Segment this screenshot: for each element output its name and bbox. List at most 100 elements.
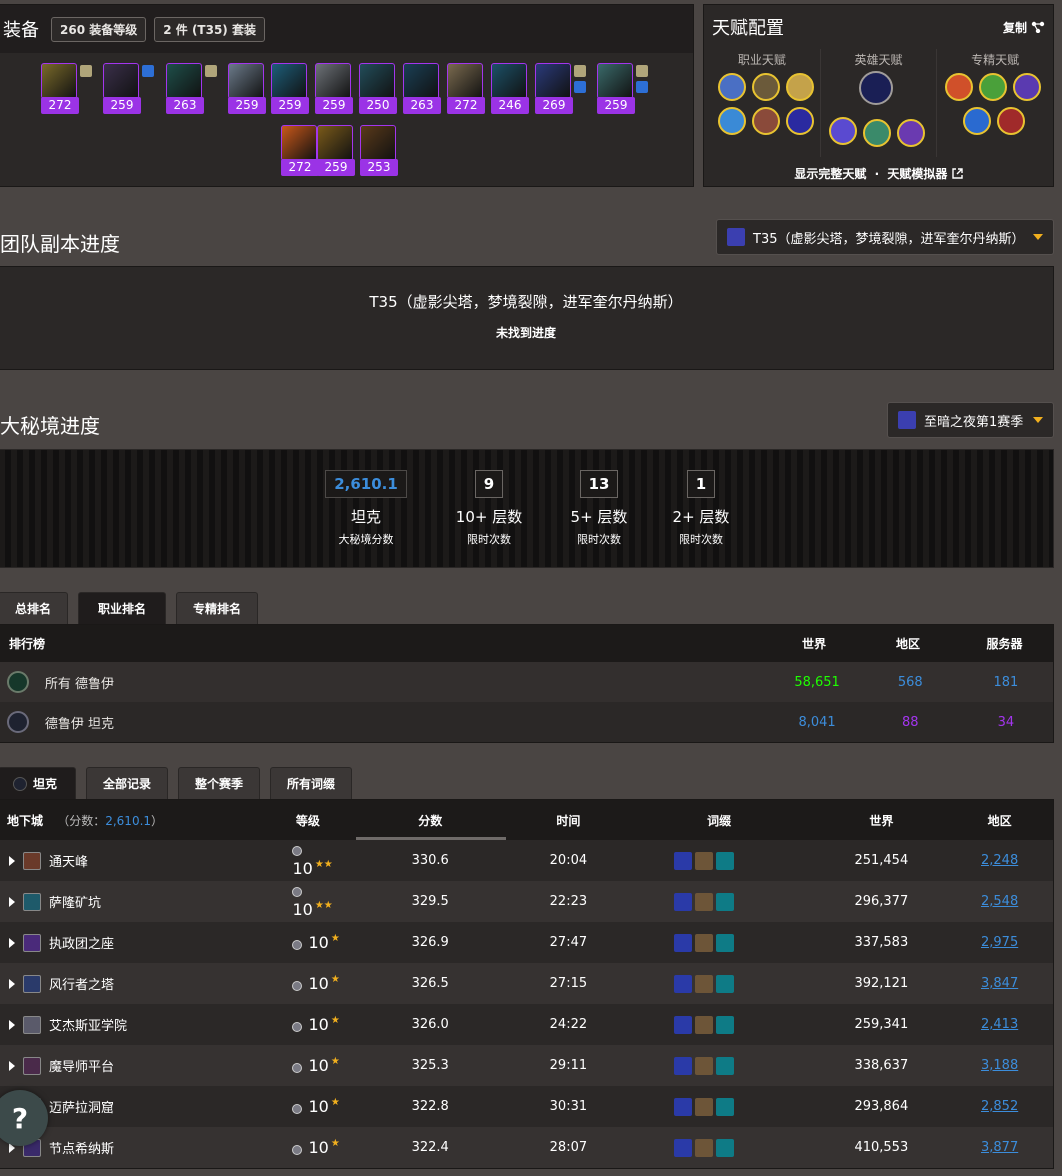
- gear-item[interactable]: 272: [41, 63, 92, 114]
- affix-icon[interactable]: [694, 892, 713, 911]
- dungeon-name[interactable]: 通天峰: [49, 851, 88, 870]
- class-talent-icon[interactable]: [786, 107, 814, 135]
- gear-item[interactable]: 259: [597, 63, 648, 114]
- expand-arrow-icon[interactable]: [9, 896, 15, 907]
- dungeon-name[interactable]: 节点希纳斯: [49, 1138, 114, 1157]
- class-talent-icon[interactable]: [752, 73, 780, 101]
- spec-talent-icon[interactable]: [963, 107, 992, 135]
- talent-simulator-link[interactable]: 天赋模拟器: [887, 167, 947, 181]
- region-rank[interactable]: 3,188: [946, 1058, 1053, 1073]
- region-rank[interactable]: 2,248: [946, 853, 1053, 868]
- spec-talent-icon[interactable]: [979, 73, 1008, 101]
- expand-arrow-icon[interactable]: [9, 978, 15, 989]
- set-bonus-pill[interactable]: 2 件 (T35) 套装: [154, 16, 265, 42]
- gear-item[interactable]: 272: [281, 125, 319, 176]
- affix-icon[interactable]: [673, 933, 692, 952]
- affix-icon[interactable]: [673, 974, 692, 993]
- dungeon-name[interactable]: 萨隆矿坑: [49, 892, 101, 911]
- affix-icon[interactable]: [715, 892, 734, 911]
- season-dropdown[interactable]: 至暗之夜第1赛季: [887, 402, 1054, 438]
- gear-item[interactable]: 272: [447, 63, 485, 114]
- affix-icon[interactable]: [715, 1097, 734, 1116]
- gear-item[interactable]: 259: [103, 63, 154, 114]
- spec-talent-icon[interactable]: [1013, 73, 1042, 101]
- affix-icon[interactable]: [694, 851, 713, 870]
- region-header[interactable]: 地区: [946, 812, 1053, 829]
- dungeon-row[interactable]: 节点希纳斯 10 ★ 322.4 28:07 410,553 3,877: [0, 1127, 1053, 1168]
- region-rank[interactable]: 3,877: [946, 1140, 1053, 1155]
- affix-icon[interactable]: [694, 974, 713, 993]
- tab-overall-ranking[interactable]: 总排名: [0, 592, 69, 624]
- affix-icon[interactable]: [715, 851, 734, 870]
- affix-icon[interactable]: [694, 1138, 713, 1157]
- hero-talent-icon[interactable]: [896, 119, 925, 147]
- dungeon-row[interactable]: 萨隆矿坑 10 ★★ 329.5 22:23 296,377 2,548: [0, 881, 1053, 922]
- tab-all-affixes[interactable]: 所有词缀: [270, 767, 353, 799]
- tab-class-ranking[interactable]: 职业排名: [78, 592, 167, 624]
- region-rank[interactable]: 2,548: [946, 894, 1053, 909]
- region-rank[interactable]: 2,852: [946, 1099, 1053, 1114]
- affix-icon[interactable]: [715, 933, 734, 952]
- affix-icon[interactable]: [715, 1056, 734, 1075]
- dungeon-name[interactable]: 迈萨拉洞窟: [49, 1097, 114, 1116]
- gear-item[interactable]: 269: [535, 63, 586, 114]
- affix-icon[interactable]: [694, 1015, 713, 1034]
- tab-whole-season[interactable]: 整个赛季: [178, 767, 261, 799]
- gear-item[interactable]: 259: [315, 63, 353, 114]
- affix-icon[interactable]: [673, 1015, 692, 1034]
- expand-arrow-icon[interactable]: [9, 1060, 15, 1071]
- copy-talent-button[interactable]: 复制: [1003, 19, 1045, 36]
- gear-item[interactable]: 263: [403, 63, 441, 114]
- gear-item[interactable]: 246: [491, 63, 529, 114]
- dungeon-row[interactable]: 通天峰 10 ★★ 330.6 20:04 251,454 2,248: [0, 840, 1053, 881]
- gear-item[interactable]: 253: [360, 125, 398, 176]
- tab-tank-runs[interactable]: 坦克: [0, 767, 77, 799]
- spec-talent-icon[interactable]: [997, 107, 1026, 135]
- dungeon-name[interactable]: 执政团之座: [49, 933, 114, 952]
- affix-icon[interactable]: [673, 1097, 692, 1116]
- dungeon-row[interactable]: 执政团之座 10 ★ 326.9 27:47 337,583 2,975: [0, 922, 1053, 963]
- hero-talent-icon[interactable]: [828, 117, 857, 145]
- affix-icon[interactable]: [715, 1015, 734, 1034]
- tab-all-records[interactable]: 全部记录: [86, 767, 169, 799]
- score-header[interactable]: 分数: [345, 812, 515, 829]
- dungeon-row[interactable]: 迈萨拉洞窟 10 ★ 322.8 30:31 293,864 2,852: [0, 1086, 1053, 1127]
- affix-icon[interactable]: [715, 974, 734, 993]
- class-talent-icon[interactable]: [786, 73, 814, 101]
- gear-item[interactable]: 259: [317, 125, 355, 176]
- expand-arrow-icon[interactable]: [9, 937, 15, 948]
- dungeon-name[interactable]: 风行者之塔: [49, 974, 114, 993]
- gear-item[interactable]: 263: [166, 63, 217, 114]
- region-rank[interactable]: 2,413: [946, 1017, 1053, 1032]
- affix-icon[interactable]: [715, 1138, 734, 1157]
- tab-spec-ranking[interactable]: 专精排名: [176, 592, 259, 624]
- affix-icon[interactable]: [694, 933, 713, 952]
- gear-item[interactable]: 259: [228, 63, 266, 114]
- hero-talent-icon[interactable]: [858, 71, 893, 105]
- dungeon-row[interactable]: 艾杰斯亚学院 10 ★ 326.0 24:22 259,341 2,413: [0, 1004, 1053, 1045]
- class-talent-icon[interactable]: [752, 107, 780, 135]
- hero-talent-icon[interactable]: [862, 119, 891, 147]
- region-rank[interactable]: 2,975: [946, 935, 1053, 950]
- dungeon-row[interactable]: 风行者之塔 10 ★ 326.5 27:15 392,121 3,847: [0, 963, 1053, 1004]
- class-talent-icon[interactable]: [718, 107, 746, 135]
- level-header[interactable]: 等级: [271, 812, 346, 829]
- gear-item[interactable]: 250: [359, 63, 397, 114]
- time-header[interactable]: 时间: [515, 812, 622, 829]
- affix-icon[interactable]: [694, 1097, 713, 1116]
- expand-arrow-icon[interactable]: [9, 855, 15, 866]
- dungeon-row[interactable]: 魔导师平台 10 ★ 325.3 29:11 338,637 3,188: [0, 1045, 1053, 1086]
- class-talent-icon[interactable]: [718, 73, 746, 101]
- dungeon-name[interactable]: 艾杰斯亚学院: [49, 1015, 127, 1034]
- affix-icon[interactable]: [673, 892, 692, 911]
- show-full-talents-link[interactable]: 显示完整天赋: [794, 167, 866, 181]
- world-header[interactable]: 世界: [816, 812, 946, 829]
- expand-arrow-icon[interactable]: [9, 1019, 15, 1030]
- affix-icon[interactable]: [694, 1056, 713, 1075]
- affix-icon[interactable]: [673, 1138, 692, 1157]
- gear-item[interactable]: 259: [271, 63, 309, 114]
- affix-icon[interactable]: [673, 1056, 692, 1075]
- raid-tier-dropdown[interactable]: T35（虚影尖塔，梦境裂隙，进军奎尔丹纳斯）: [716, 219, 1054, 255]
- spec-talent-icon[interactable]: [945, 73, 974, 101]
- region-rank[interactable]: 3,847: [946, 976, 1053, 991]
